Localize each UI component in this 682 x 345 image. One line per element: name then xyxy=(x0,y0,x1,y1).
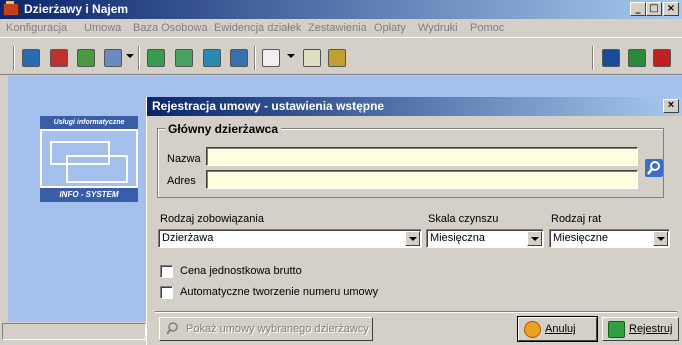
minimize-button[interactable]: _ xyxy=(630,2,646,16)
auto-number-label: Automatyczne tworzenie numeru umowy xyxy=(180,286,379,298)
show-contracts-button[interactable]: Pokaż umowy wybranego dzierżawcy xyxy=(159,317,373,341)
group-title: Główny dzierżawca xyxy=(165,122,282,136)
logo-name: INFO - SYSTEM xyxy=(40,188,138,202)
confirm-icon xyxy=(608,321,625,338)
dialog-title: Rejestracja umowy - ustawienia wstępne xyxy=(152,99,385,113)
search-icon xyxy=(166,322,178,335)
cancel-button[interactable]: Anuluj xyxy=(517,316,598,342)
window-titlebar: Dzierżawy i Najem _ □ × xyxy=(0,0,682,19)
menu-konfiguracja[interactable]: Konfiguracja xyxy=(6,22,67,34)
toolbar xyxy=(0,37,682,75)
toolbar-separator xyxy=(138,46,140,70)
logo-graphic xyxy=(40,129,138,188)
obligation-type-label: Rodzaj zobowiązania xyxy=(160,213,264,225)
persons-search-icon[interactable] xyxy=(230,49,248,67)
cancel-icon xyxy=(524,321,541,338)
nazwa-label: Nazwa xyxy=(167,153,201,165)
chevron-down-icon[interactable] xyxy=(405,231,420,246)
menu-zestawienia[interactable]: Zestawienia xyxy=(308,22,367,34)
person-edit-icon[interactable] xyxy=(175,49,193,67)
auto-number-checkbox[interactable] xyxy=(160,286,173,299)
document-icon[interactable] xyxy=(303,49,321,67)
toolbar-separator xyxy=(254,46,256,70)
dialog-close-button[interactable]: × xyxy=(663,99,679,113)
nazwa-field[interactable] xyxy=(206,147,638,166)
installment-type-value: Miesięczne xyxy=(553,232,609,244)
rent-scale-label: Skala czynszu xyxy=(428,213,499,225)
rent-scale-select[interactable]: Miesięczna xyxy=(426,229,544,248)
menu-wydruki[interactable]: Wydruki xyxy=(418,22,458,34)
installment-type-select[interactable]: Miesięczne xyxy=(549,229,670,248)
cancel-label: Anuluj xyxy=(545,323,576,335)
menu-ewidencja-dzialek[interactable]: Ewidencja działek xyxy=(214,22,301,34)
rent-scale-value: Miesięczna xyxy=(430,232,486,244)
chevron-down-icon[interactable] xyxy=(527,231,542,246)
toolbar-separator xyxy=(592,46,594,70)
installment-type-label: Rodzaj rat xyxy=(551,213,602,225)
person-add-icon[interactable] xyxy=(147,49,165,67)
obligation-type-value: Dzierżawa xyxy=(162,232,214,244)
menu-umowa[interactable]: Umowa xyxy=(84,22,121,34)
close-button[interactable]: × xyxy=(663,2,679,16)
obligation-type-select[interactable]: Dzierżawa xyxy=(158,229,422,248)
exit-icon[interactable] xyxy=(653,49,671,67)
menu-baza-osobowa[interactable]: Baza Osobowa xyxy=(133,22,208,34)
contract-delete-icon[interactable] xyxy=(50,49,68,67)
menu-oplaty[interactable]: Opłaty xyxy=(374,22,406,34)
report-icon[interactable] xyxy=(328,49,346,67)
adres-field[interactable] xyxy=(206,170,638,189)
status-panel xyxy=(2,323,146,340)
contract-list-icon[interactable] xyxy=(104,49,122,67)
dialog-separator xyxy=(155,311,677,313)
info-icon[interactable] xyxy=(602,49,620,67)
chevron-down-icon[interactable] xyxy=(653,231,668,246)
contract-icon[interactable] xyxy=(22,49,40,67)
chevron-down-icon[interactable] xyxy=(126,54,134,58)
show-contracts-label: Pokaż umowy wybranego dzierżawcy xyxy=(186,323,369,335)
help-icon[interactable] xyxy=(628,49,646,67)
register-label: Rejestruj xyxy=(629,323,673,335)
menu-bar: Konfiguracja Umowa Baza Osobowa Ewidencj… xyxy=(0,19,682,37)
search-icon[interactable] xyxy=(644,158,664,178)
registration-dialog: Rejestracja umowy - ustawienia wstępne ×… xyxy=(146,97,682,345)
persons-icon[interactable] xyxy=(203,49,221,67)
maximize-button[interactable]: □ xyxy=(646,2,662,16)
copy-icon[interactable] xyxy=(262,49,280,67)
dialog-titlebar: Rejestracja umowy - ustawienia wstępne × xyxy=(147,97,682,116)
window-title: Dzierżawy i Najem xyxy=(24,2,129,16)
logo-tagline: Usługi informatyczne xyxy=(40,116,138,129)
app-icon xyxy=(3,1,19,16)
adres-label: Adres xyxy=(167,175,196,187)
chevron-down-icon[interactable] xyxy=(287,54,295,58)
register-button[interactable]: Rejestruj xyxy=(602,317,679,341)
gross-price-checkbox[interactable] xyxy=(160,265,173,278)
gross-price-label: Cena jednostkowa brutto xyxy=(180,265,302,277)
menu-pomoc[interactable]: Pomoc xyxy=(470,22,504,34)
toolbar-separator xyxy=(13,46,15,70)
contract-edit-icon[interactable] xyxy=(77,49,95,67)
